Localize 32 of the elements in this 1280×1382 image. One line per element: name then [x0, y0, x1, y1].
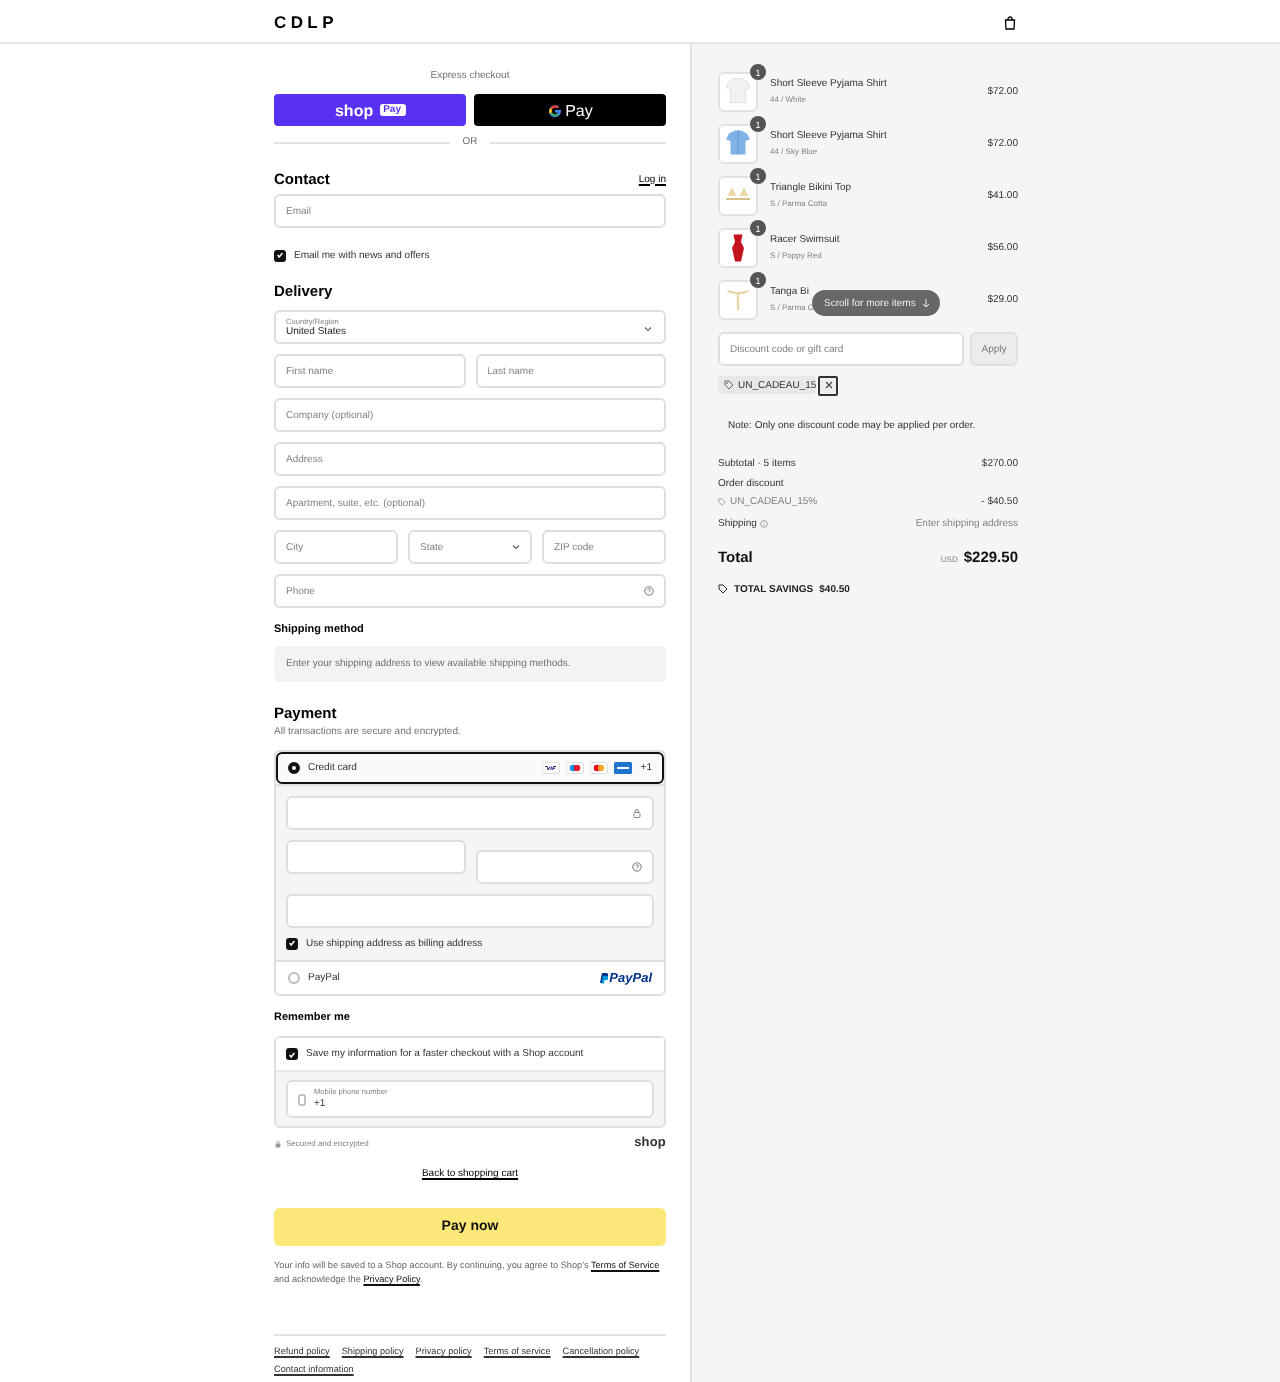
tag-icon: [718, 584, 728, 594]
chevron-down-icon: [512, 544, 520, 550]
visa-card-icon: [542, 762, 561, 774]
remove-code-button[interactable]: [818, 375, 839, 395]
tag-icon: [718, 498, 726, 506]
mastercard-icon: [590, 762, 609, 774]
help-icon: [644, 586, 654, 596]
shopping-bag-icon[interactable]: [1004, 15, 1016, 29]
name-on-card-field[interactable]: [286, 894, 654, 928]
chevron-down-icon: [644, 326, 652, 332]
lock-icon: [632, 808, 642, 818]
paypal-p-icon: [597, 972, 608, 984]
help-icon: [632, 862, 642, 872]
security-code-field[interactable]: [475, 850, 654, 884]
maestro-card-icon: [566, 762, 585, 774]
tag-icon: [724, 380, 734, 390]
close-icon: [823, 380, 834, 390]
g-logo-icon: [547, 103, 562, 117]
checkbox[interactable]: [274, 249, 286, 261]
checkbox[interactable]: [286, 937, 298, 949]
phone-icon: [298, 1093, 306, 1105]
store-logo[interactable]: CDLP: [274, 12, 338, 32]
lock-icon: [274, 1139, 282, 1147]
google-pay-button[interactable]: Pay: [474, 94, 666, 126]
radio-button[interactable]: [288, 762, 300, 774]
checkbox[interactable]: [286, 1048, 298, 1060]
card-number-field[interactable]: [286, 796, 654, 830]
radio-button[interactable]: [288, 972, 300, 984]
arrow-down-icon: [921, 298, 930, 308]
expiry-field[interactable]: [286, 840, 465, 874]
amex-card-icon: [614, 762, 633, 774]
info-icon: [760, 520, 769, 528]
